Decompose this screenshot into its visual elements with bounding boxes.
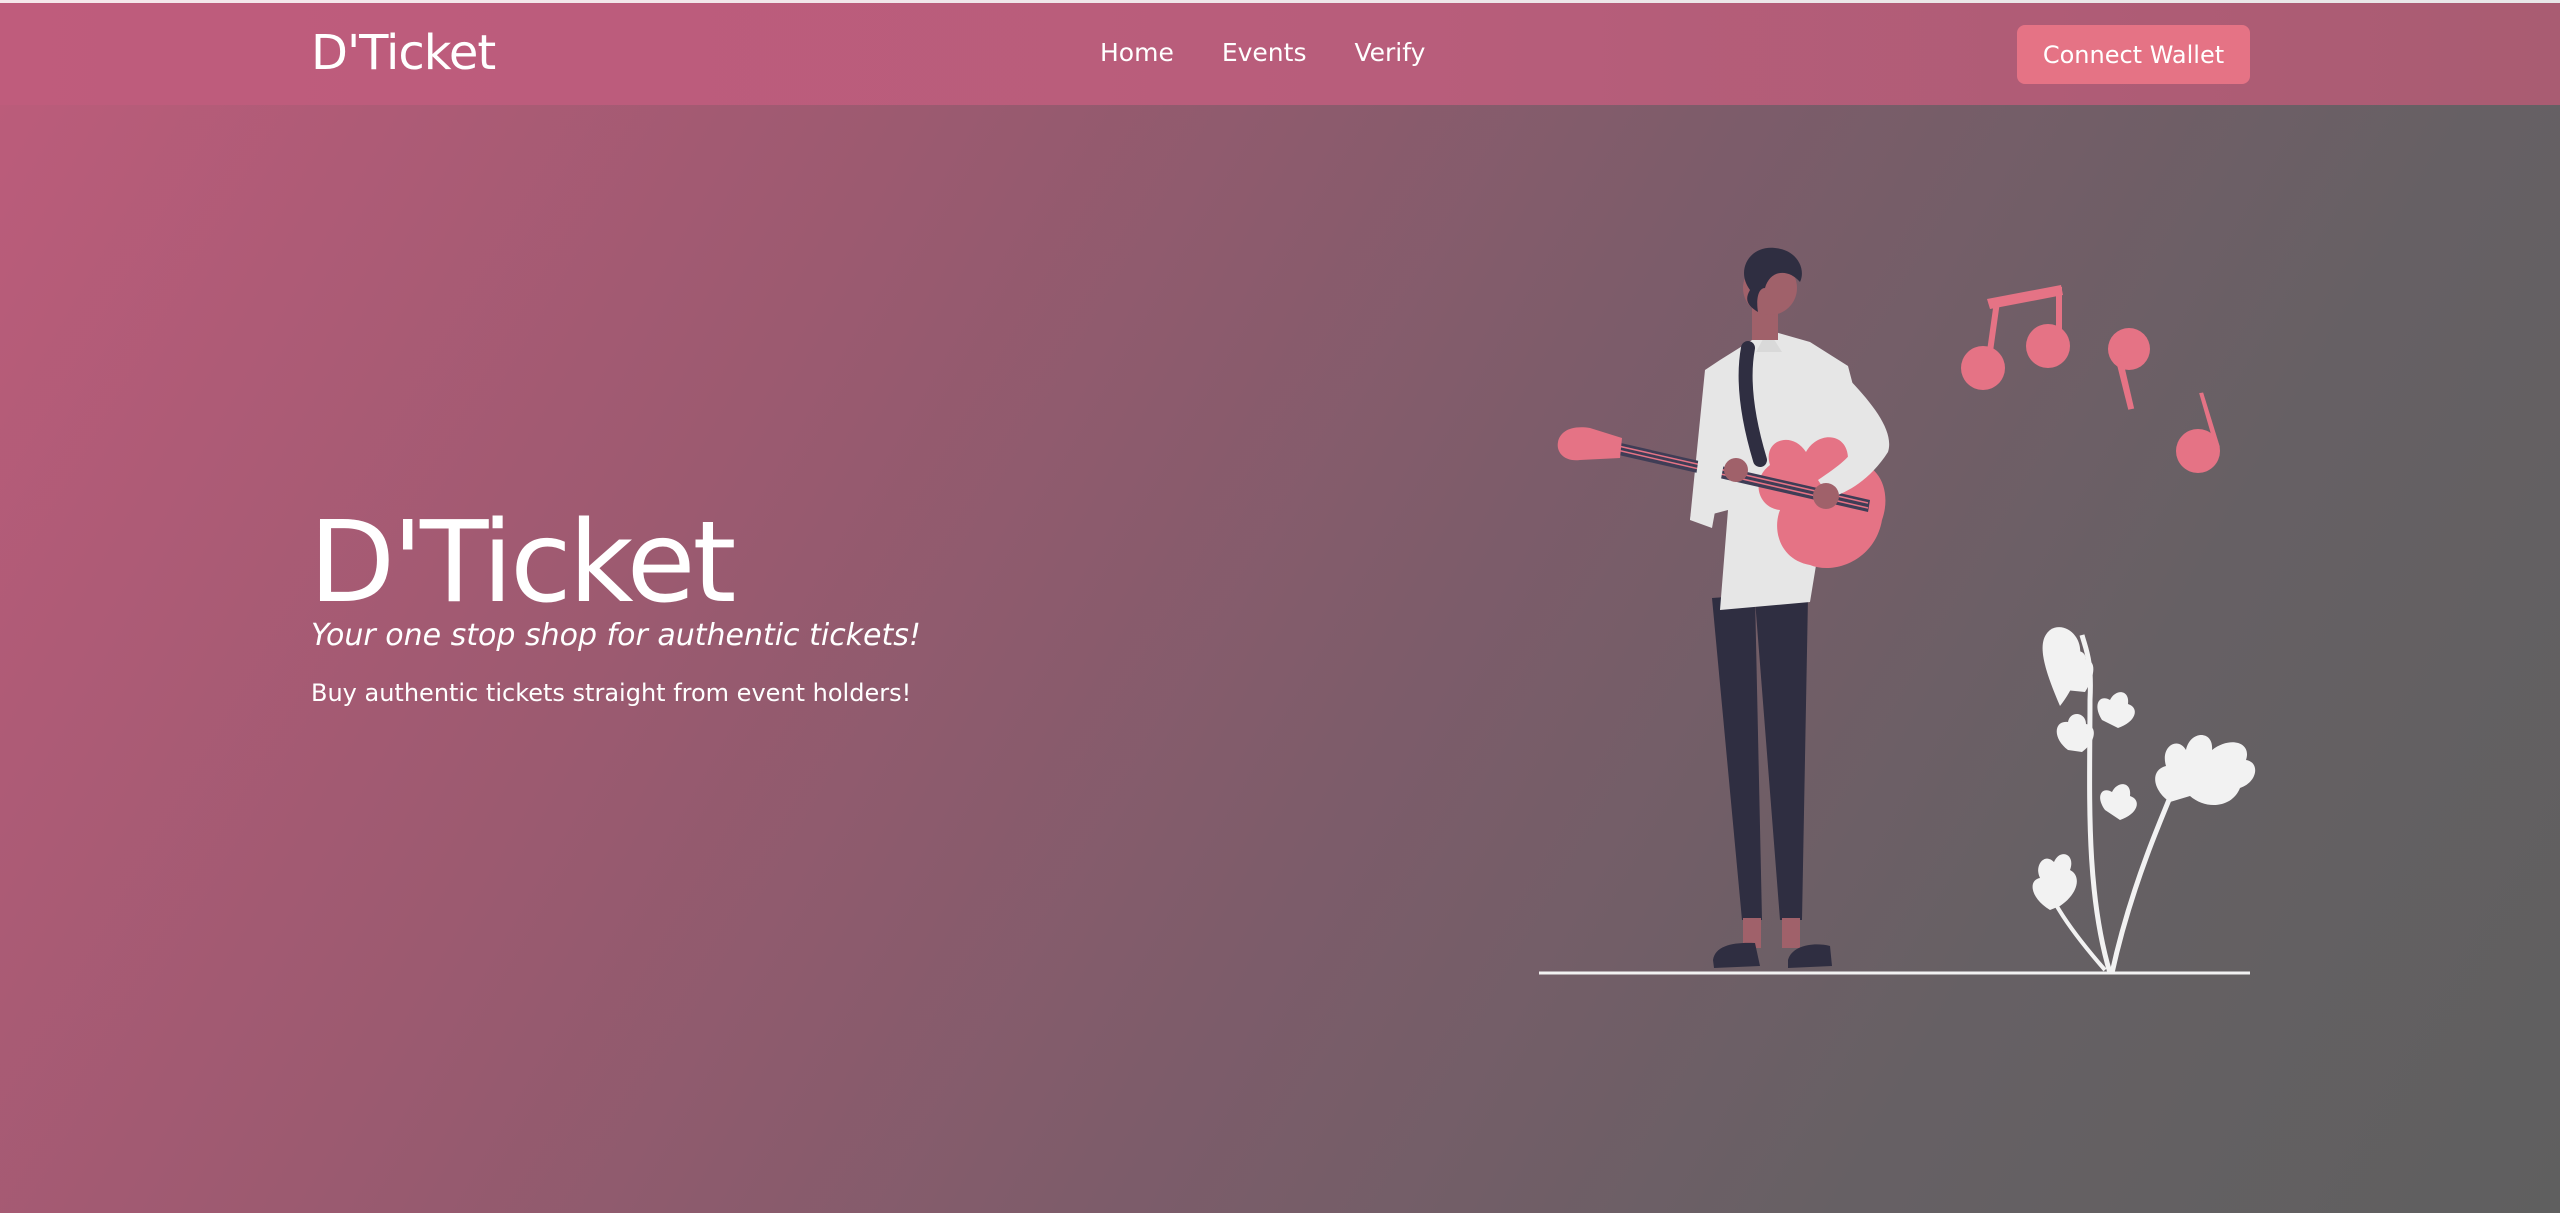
nav-links: Home Events Verify xyxy=(1100,38,1425,68)
nav-home-link[interactable]: Home xyxy=(1100,38,1174,68)
hero-title: D'Ticket xyxy=(309,498,736,628)
hero-subtitle: Your one stop shop for authentic tickets… xyxy=(311,618,921,653)
nav-verify-link[interactable]: Verify xyxy=(1354,38,1425,68)
person-legs xyxy=(1712,595,1832,968)
person-head xyxy=(1743,247,1802,340)
music-notes-icon xyxy=(1961,285,2220,473)
connect-wallet-button[interactable]: Connect Wallet xyxy=(2017,25,2250,84)
nav-events-link[interactable]: Events xyxy=(1222,38,1307,68)
plant-icon xyxy=(2032,627,2256,974)
hero-description: Buy authentic tickets straight from even… xyxy=(311,679,912,707)
navbar: D'Ticket Home Events Verify Connect Wall… xyxy=(0,3,2560,105)
brand-logo[interactable]: D'Ticket xyxy=(311,25,496,81)
musician-with-guitar-illustration xyxy=(1539,247,2256,975)
